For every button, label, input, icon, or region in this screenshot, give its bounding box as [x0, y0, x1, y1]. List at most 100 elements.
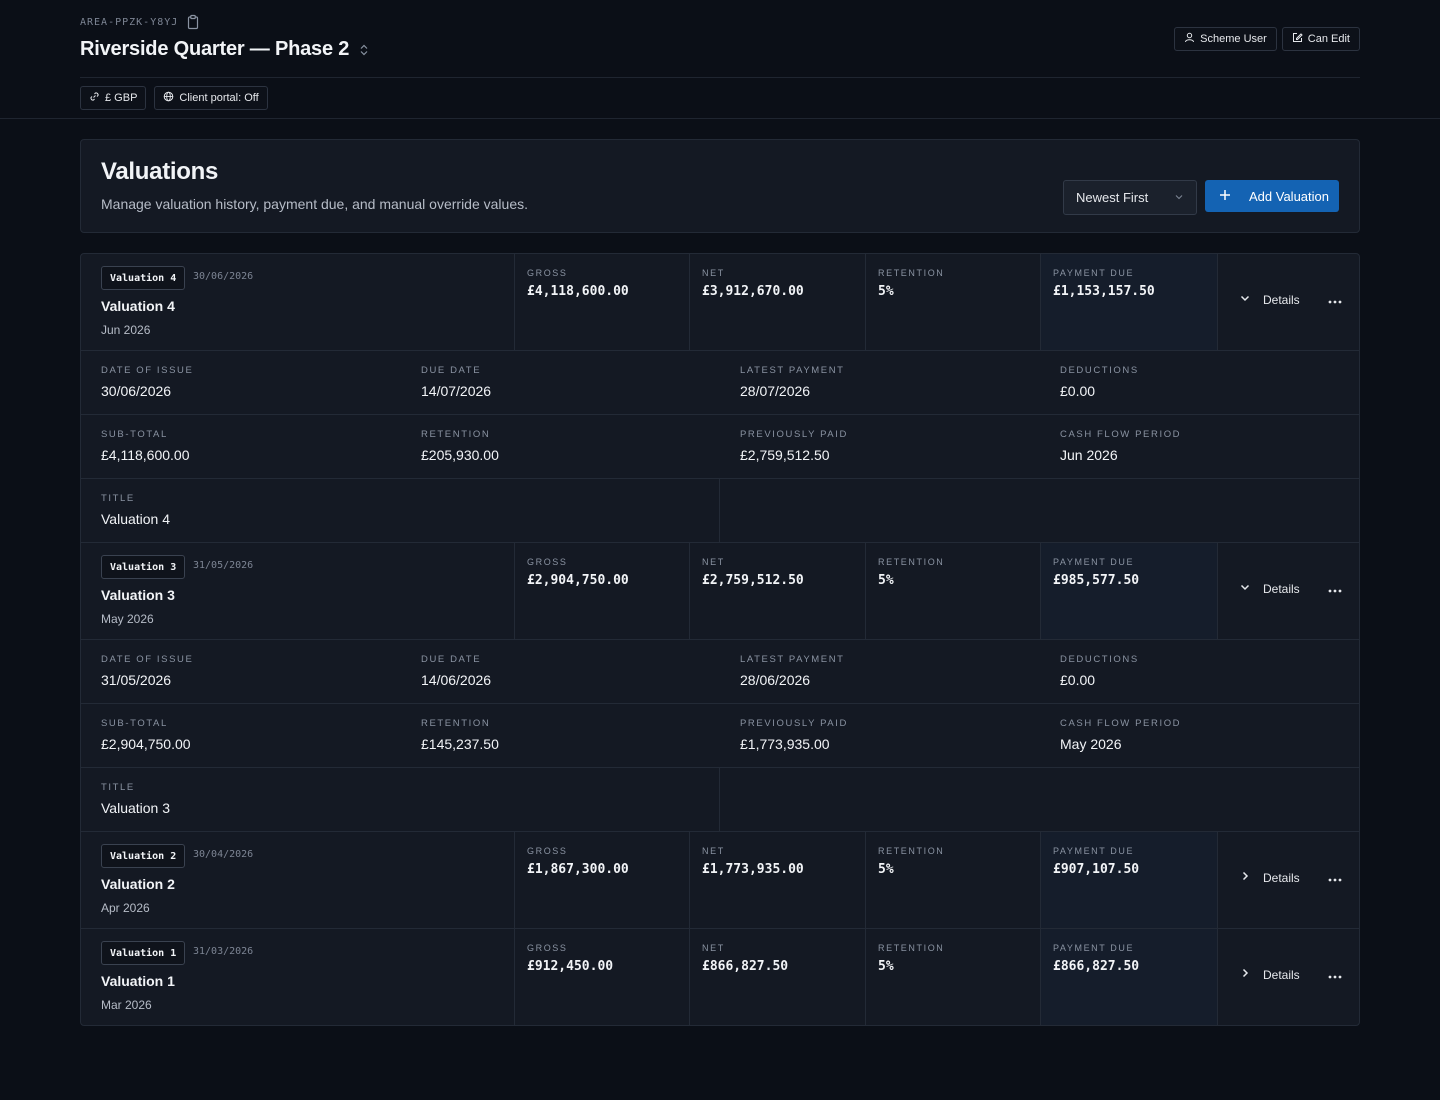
- title-value: Valuation 3: [101, 800, 171, 816]
- scheme-user-button[interactable]: Scheme User: [1174, 27, 1277, 51]
- valuation-badge: Valuation 4: [101, 266, 186, 290]
- project-code-row: AREA-PPZK-Y8YJ: [80, 14, 200, 30]
- date-of-issue-label: DATE OF ISSUE: [101, 365, 194, 376]
- sort-arrows-icon[interactable]: [359, 43, 369, 57]
- retention-value: 5%: [878, 573, 894, 588]
- valuation-badge: Valuation 1: [101, 941, 186, 965]
- cash-flow-period-field: CASH FLOW PERIOD May 2026: [1060, 704, 1181, 767]
- net-value: £2,759,512.50: [702, 573, 804, 588]
- deductions-label: DEDUCTIONS: [1060, 654, 1139, 665]
- date-of-issue-value: 31/05/2026: [101, 672, 172, 688]
- deductions-value: £0.00: [1060, 672, 1096, 688]
- chevron-right-icon: [1239, 870, 1251, 885]
- retention-field: RETENTION £145,237.50: [421, 704, 499, 767]
- details-toggle-button[interactable]: Details: [1239, 967, 1300, 982]
- sort-select[interactable]: Newest First: [1063, 180, 1197, 215]
- payment-due-cell: PAYMENT DUE £866,827.50: [1041, 929, 1218, 1025]
- retention-value: 5%: [878, 959, 894, 974]
- net-value: £866,827.50: [702, 959, 789, 974]
- details-toggle-button[interactable]: Details: [1239, 581, 1300, 596]
- chevron-right-icon: [1239, 967, 1251, 982]
- date-of-issue-label: DATE OF ISSUE: [101, 654, 194, 665]
- sub-total-label: SUB-TOTAL: [101, 429, 168, 440]
- payment-due-label: PAYMENT DUE: [1053, 943, 1135, 953]
- client-portal-label: Client portal: Off: [179, 92, 259, 104]
- more-horizontal-icon[interactable]: [1327, 581, 1343, 601]
- due-date-field: DUE DATE 14/06/2026: [421, 640, 491, 703]
- more-horizontal-icon[interactable]: [1327, 870, 1343, 890]
- valuation-name: Valuation 2: [101, 876, 175, 892]
- previously-paid-value: £1,773,935.00: [740, 736, 830, 752]
- column-divider: [719, 768, 720, 831]
- latest-payment-field: LATEST PAYMENT 28/07/2026: [740, 351, 845, 414]
- gross-value: £4,118,600.00: [527, 284, 629, 299]
- payment-due-cell: PAYMENT DUE £907,107.50: [1041, 832, 1218, 928]
- page-title: Riverside Quarter — Phase 2: [80, 38, 350, 60]
- add-valuation-button[interactable]: Add Valuation: [1205, 180, 1339, 212]
- sub-total-value: £4,118,600.00: [101, 447, 190, 463]
- date-of-issue-field: DATE OF ISSUE 30/06/2026: [101, 351, 193, 414]
- payment-due-label: PAYMENT DUE: [1053, 268, 1135, 278]
- can-edit-button[interactable]: Can Edit: [1281, 27, 1360, 51]
- column-divider: [719, 479, 720, 542]
- valuation-badge: Valuation 2: [101, 844, 186, 868]
- valuation-row: Valuation 4 30/06/2026 Valuation 4 Jun 2026…: [81, 254, 1359, 351]
- gross-value: £2,904,750.00: [527, 573, 629, 588]
- add-valuation-label: Add Valuation: [1249, 188, 1329, 204]
- latest-payment-value: 28/06/2026: [740, 672, 811, 688]
- globe-icon: [163, 91, 174, 105]
- details-toggle-button[interactable]: Details: [1239, 870, 1300, 885]
- payment-due-value: £1,153,157.50: [1053, 284, 1155, 299]
- can-edit-label: Can Edit: [1307, 33, 1350, 45]
- details-toggle-button[interactable]: Details: [1239, 292, 1300, 307]
- net-label: NET: [702, 557, 725, 567]
- client-portal-pill[interactable]: Client portal: Off: [154, 86, 268, 110]
- details-label: Details: [1263, 967, 1300, 982]
- cash-flow-period-value: May 2026: [1060, 736, 1122, 752]
- detail-row: DATE OF ISSUE 31/05/2026 DUE DATE 14/06/202…: [81, 640, 1359, 704]
- more-horizontal-icon[interactable]: [1327, 292, 1343, 312]
- valuation-summary[interactable]: Valuation 1 31/03/2026 Valuation 1 Mar 2026: [81, 929, 515, 1025]
- net-value: £3,912,670.00: [702, 284, 804, 299]
- gross-cell: GROSS £2,904,750.00: [515, 543, 690, 639]
- valuation-name: Valuation 1: [101, 973, 175, 989]
- payment-due-cell: PAYMENT DUE £985,577.50: [1041, 543, 1218, 639]
- retention-value: 5%: [878, 284, 894, 299]
- latest-payment-field: LATEST PAYMENT 28/06/2026: [740, 640, 845, 703]
- date-of-issue-field: DATE OF ISSUE 31/05/2026: [101, 640, 193, 703]
- detail-row: DATE OF ISSUE 30/06/2026 DUE DATE 14/07/202…: [81, 351, 1359, 415]
- currency-pill[interactable]: £ GBP: [80, 86, 147, 110]
- valuation-row: Valuation 3 31/05/2026 Valuation 3 May 2026…: [81, 543, 1359, 640]
- title-row: Riverside Quarter — Phase 2: [80, 38, 369, 61]
- chevron-down-icon: [1239, 581, 1251, 596]
- page-header: AREA-PPZK-Y8YJ Riverside Quarter — Phase…: [0, 0, 1440, 119]
- valuation-summary[interactable]: Valuation 3 31/05/2026 Valuation 3 May 2026: [81, 543, 515, 639]
- valuation-date: 31/03/2026: [193, 946, 254, 957]
- due-date-label: DUE DATE: [421, 654, 482, 665]
- project-code: AREA-PPZK-Y8YJ: [80, 16, 179, 28]
- previously-paid-value: £2,759,512.50: [740, 447, 830, 463]
- more-horizontal-icon[interactable]: [1327, 967, 1343, 987]
- retention-label: RETENTION: [878, 943, 945, 953]
- section-subtitle: Manage valuation history, payment due, a…: [101, 196, 528, 212]
- valuation-badge: Valuation 3: [101, 555, 186, 579]
- header-buttons: Scheme User Can Edit: [1174, 27, 1360, 51]
- valuation-summary[interactable]: Valuation 4 30/06/2026 Valuation 4 Jun 2026: [81, 254, 515, 350]
- valuation-summary[interactable]: Valuation 2 30/04/2026 Valuation 2 Apr 2026: [81, 832, 515, 928]
- valuation-row: Valuation 2 30/04/2026 Valuation 2 Apr 2026…: [81, 832, 1359, 929]
- clipboard-icon[interactable]: [186, 14, 200, 30]
- due-date-field: DUE DATE 14/07/2026: [421, 351, 491, 414]
- retention-label: RETENTION: [421, 718, 491, 729]
- valuation-month: May 2026: [101, 612, 154, 626]
- retention-cell: RETENTION 5%: [866, 254, 1041, 350]
- valuation-month: Jun 2026: [101, 323, 151, 337]
- sub-total-label: SUB-TOTAL: [101, 718, 168, 729]
- title-label: TITLE: [101, 493, 135, 504]
- user-icon: [1184, 32, 1195, 46]
- chevron-down-icon: [1239, 292, 1251, 307]
- due-date-value: 14/07/2026: [421, 383, 492, 399]
- retention-value: £145,237.50: [421, 736, 499, 752]
- retention-value: £205,930.00: [421, 447, 499, 463]
- retention-label: RETENTION: [421, 429, 491, 440]
- gross-label: GROSS: [527, 557, 568, 567]
